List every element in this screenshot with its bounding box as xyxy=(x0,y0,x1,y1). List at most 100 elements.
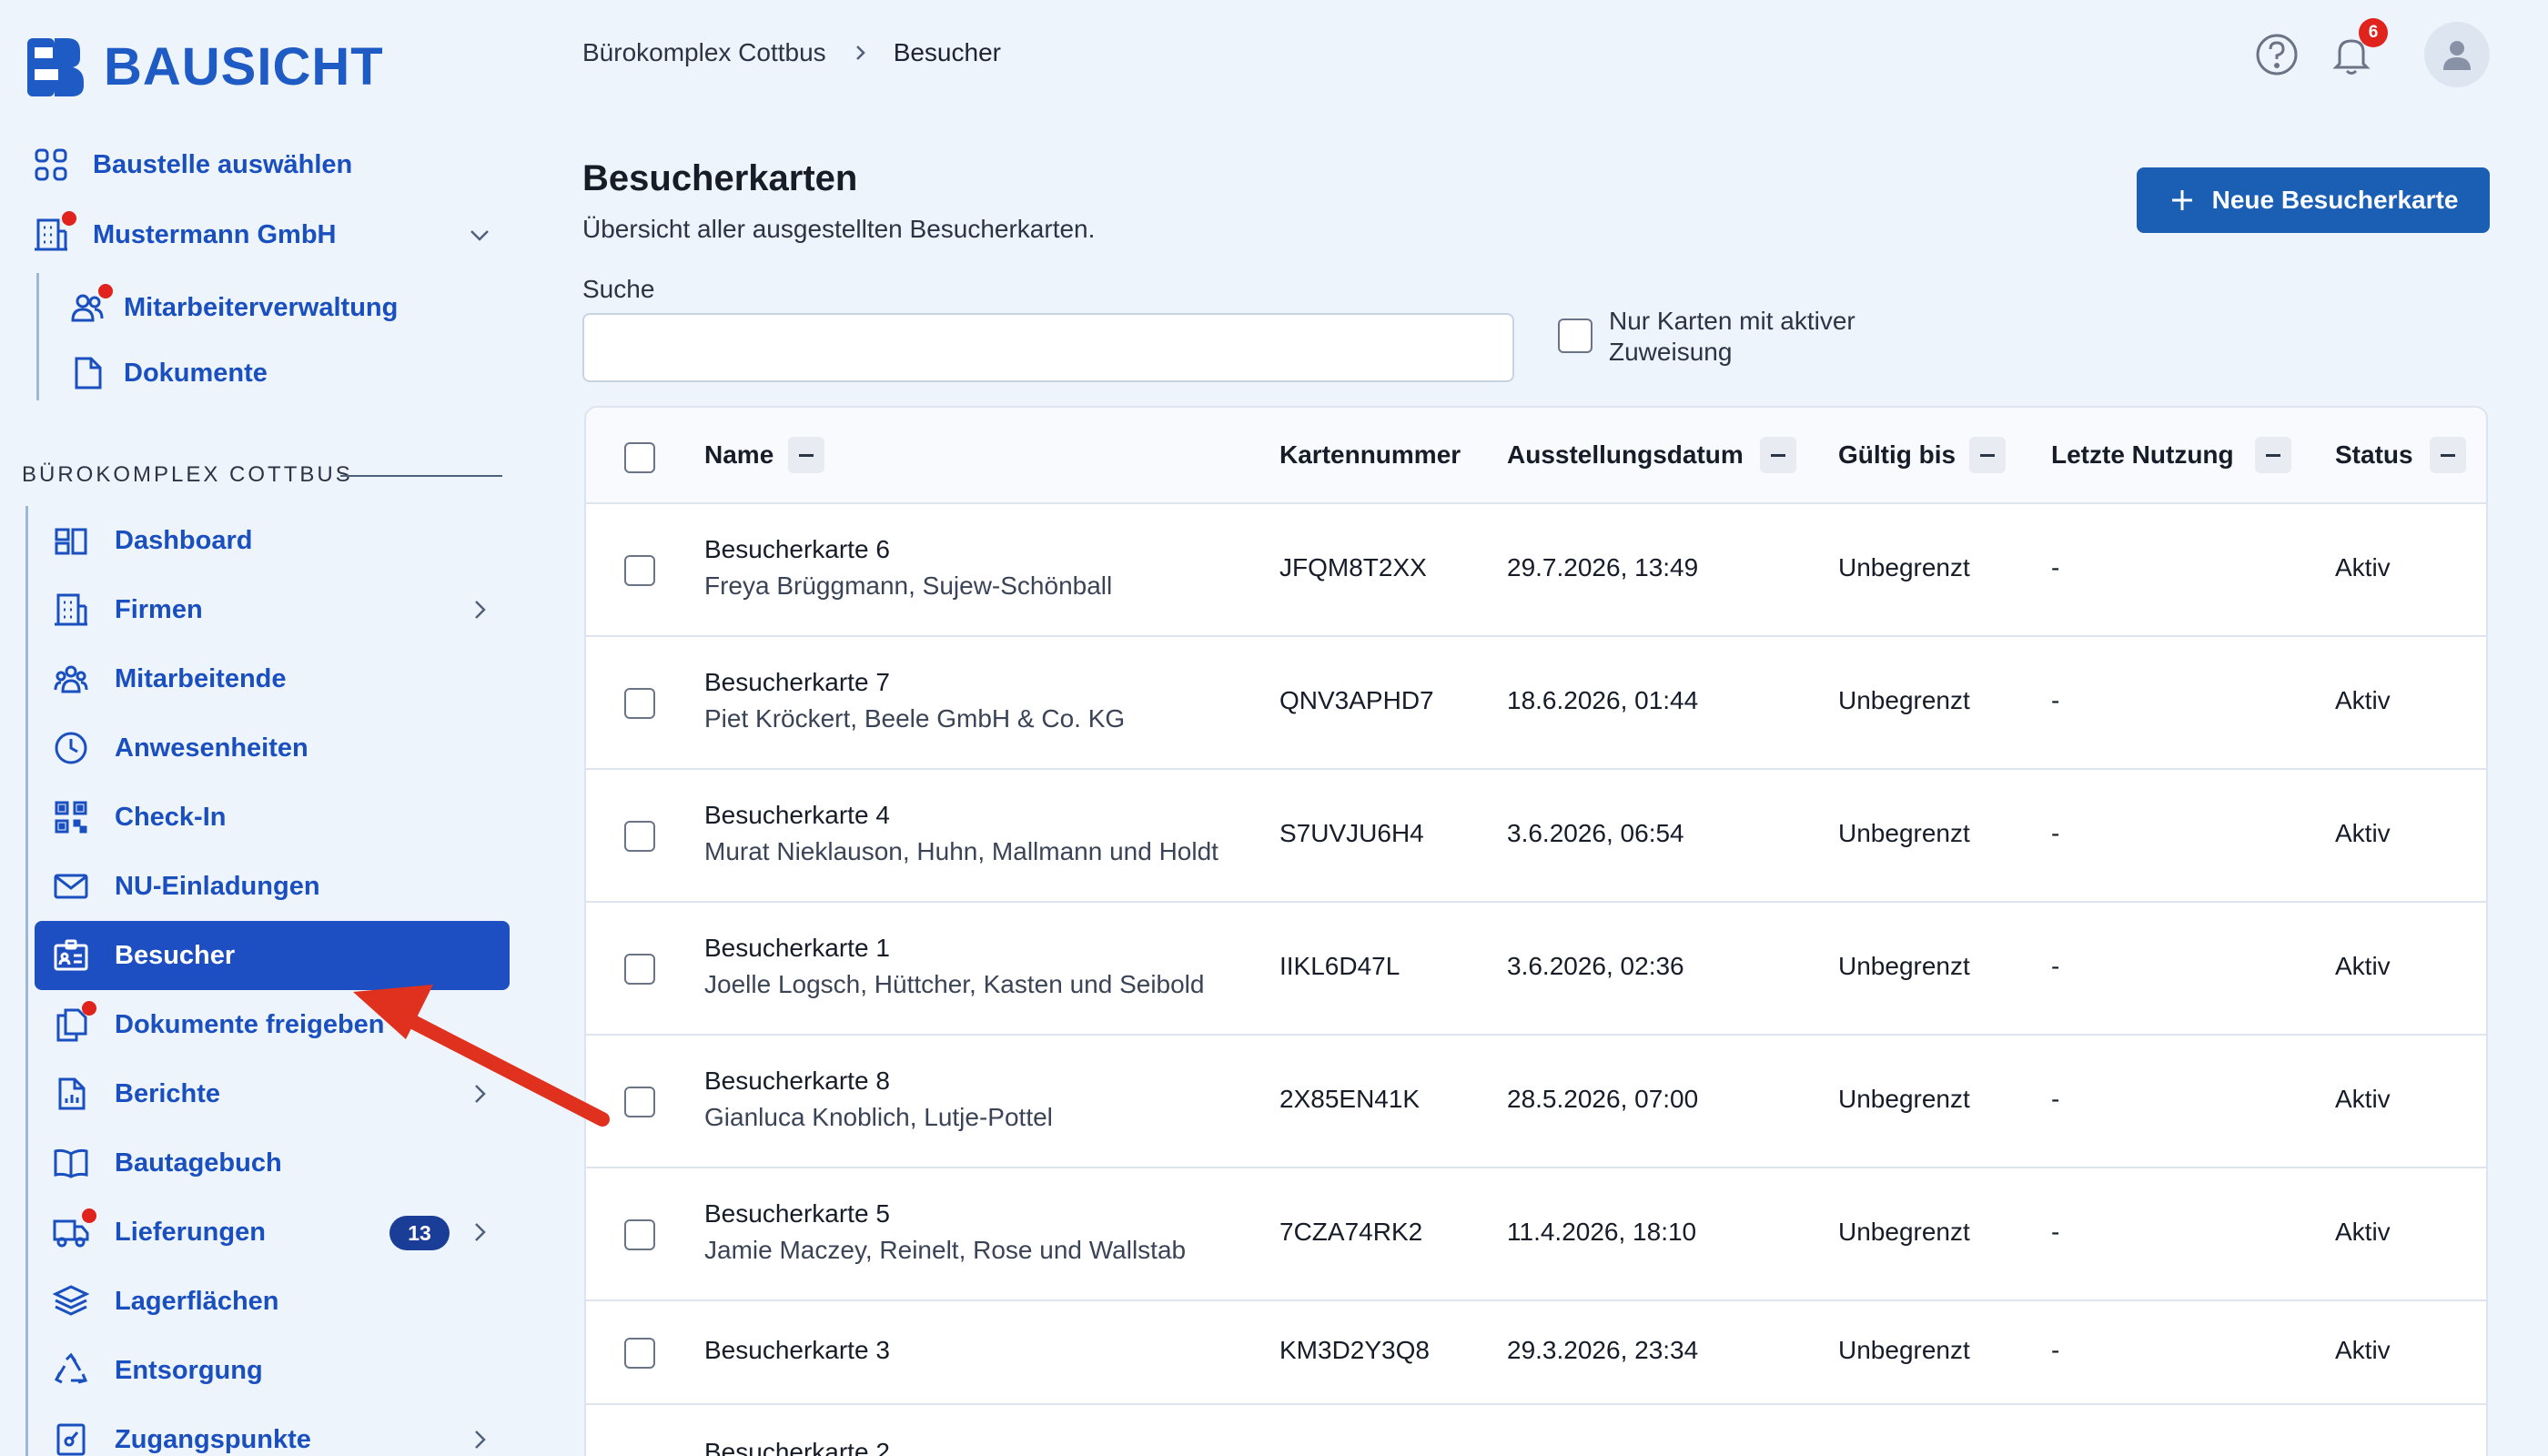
row-checkbox[interactable] xyxy=(624,1087,655,1117)
sidebar-item-bautagebuch[interactable]: Bautagebuch xyxy=(51,1143,282,1183)
card-number: 2X85EN41K xyxy=(1279,1085,1421,1113)
sidebar-item-lagerflaechen[interactable]: Lagerflächen xyxy=(51,1281,279,1321)
card-valid: Unbegrenzt xyxy=(1838,686,1970,714)
column-header-issued[interactable]: Ausstellungsdatum xyxy=(1507,440,1744,470)
sidebar-item-mustermann-gmbh[interactable]: Mustermann GmbH xyxy=(31,211,337,255)
row-checkbox[interactable] xyxy=(624,954,655,985)
card-valid: Unbegrenzt xyxy=(1838,1218,1970,1246)
new-visitor-card-button[interactable]: Neue Besucherkarte xyxy=(2137,167,2490,233)
sidebar-item-anwesenheiten[interactable]: Anwesenheiten xyxy=(51,728,308,768)
sidebar-item-baustelle-auswaehlen[interactable]: Baustelle auswählen xyxy=(31,145,352,185)
card-issued: 29.3.2026, 23:34 xyxy=(1507,1336,1699,1364)
sidebar-item-dashboard[interactable]: Dashboard xyxy=(51,521,252,561)
search-input[interactable] xyxy=(582,313,1514,382)
card-issued: 11.4.2026, 18:10 xyxy=(1507,1218,1697,1246)
card-valid: Unbegrenzt xyxy=(1838,819,1970,847)
table-row[interactable]: Besucherkarte 5 Jamie Maczey, Reinelt, R… xyxy=(586,1168,2486,1301)
count-badge: 13 xyxy=(389,1216,450,1250)
sidebar-item-mitarbeiterverwaltung[interactable]: Mitarbeiterverwaltung xyxy=(67,284,399,328)
logo-icon xyxy=(27,37,84,96)
brand-name: BAUSICHT xyxy=(104,37,384,96)
chevron-down-icon[interactable] xyxy=(466,221,493,248)
chevron-right-icon[interactable] xyxy=(466,1080,493,1107)
row-checkbox[interactable] xyxy=(624,555,655,586)
sidebar-item-lieferungen[interactable]: Lieferungen xyxy=(51,1208,266,1252)
table-row[interactable]: Besucherkarte 2 xyxy=(586,1405,2486,1456)
column-header-name[interactable]: Name xyxy=(704,440,774,470)
sidebar-item-check-in[interactable]: Check-In xyxy=(51,797,226,837)
tree-line xyxy=(25,506,28,1456)
section-divider xyxy=(340,475,502,477)
table-row[interactable]: Besucherkarte 1 Joelle Logsch, Hüttcher,… xyxy=(586,903,2486,1036)
sidebar-item-firmen[interactable]: Firmen xyxy=(51,590,203,630)
page-subtitle: Übersicht aller ausgestellten Besucherka… xyxy=(582,215,1096,243)
plus-icon xyxy=(2171,190,2192,210)
avatar[interactable] xyxy=(2424,22,2490,87)
sidebar-item-label: Lieferungen xyxy=(115,1217,266,1247)
card-detail: Freya Brüggmann, Sujew-Schönball xyxy=(704,571,1113,600)
table-row[interactable]: Besucherkarte 4 Murat Nieklauson, Huhn, … xyxy=(586,770,2486,903)
sidebar-item-nu-einladungen[interactable]: NU-Einladungen xyxy=(51,866,320,906)
sidebar-item-label: Besucher xyxy=(115,940,236,970)
breadcrumb-item-site[interactable]: Bürokomplex Cottbus xyxy=(582,38,826,67)
sidebar-item-entsorgung[interactable]: Entsorgung xyxy=(51,1350,263,1390)
column-header-number[interactable]: Kartennummer xyxy=(1279,440,1461,470)
sidebar-item-label: Dashboard xyxy=(115,525,253,555)
column-header-valid[interactable]: Gültig bis xyxy=(1838,440,1956,470)
column-header-last-used[interactable]: Letzte Nutzung xyxy=(2051,440,2234,470)
column-toggle-button[interactable] xyxy=(2430,437,2466,473)
sidebar-item-besucher[interactable]: Besucher xyxy=(51,935,235,976)
card-last-used: - xyxy=(2051,1336,2060,1364)
card-last-used: - xyxy=(2051,952,2060,980)
chevron-right-icon[interactable] xyxy=(466,596,493,623)
table-row[interactable]: Besucherkarte 6 Freya Brüggmann, Sujew-S… xyxy=(586,504,2486,637)
sidebar-item-label: Berichte xyxy=(115,1078,221,1108)
building-icon xyxy=(31,211,76,255)
column-toggle-button[interactable] xyxy=(2255,437,2291,473)
card-issued: 3.6.2026, 02:36 xyxy=(1507,952,1684,980)
truck-icon xyxy=(51,1208,96,1252)
row-checkbox[interactable] xyxy=(624,1338,655,1369)
sidebar-item-label: Dokumente xyxy=(124,358,268,388)
column-toggle-button[interactable] xyxy=(788,437,824,473)
column-header-status[interactable]: Status xyxy=(2335,440,2413,470)
page-title: Besucherkarten xyxy=(582,158,858,198)
sidebar-item-berichte[interactable]: Berichte xyxy=(51,1074,220,1114)
table-row[interactable]: Besucherkarte 3 KM3D2Y3Q8 29.3.2026, 23:… xyxy=(586,1301,2486,1405)
row-checkbox[interactable] xyxy=(624,688,655,719)
sidebar-item-dokumente[interactable]: Dokumente xyxy=(67,353,268,393)
table-row[interactable]: Besucherkarte 8 Gianluca Knoblich, Lutje… xyxy=(586,1036,2486,1168)
column-toggle-button[interactable] xyxy=(1969,437,2006,473)
active-assignment-checkbox[interactable] xyxy=(1558,318,1592,353)
sidebar-item-zugangspunkte[interactable]: Zugangspunkte xyxy=(51,1420,311,1456)
card-status: Aktiv xyxy=(2335,819,2391,847)
card-number: S7UVJU6H4 xyxy=(1279,819,1424,847)
users-icon xyxy=(67,284,113,328)
row-checkbox[interactable] xyxy=(624,1219,655,1250)
chevron-right-icon[interactable] xyxy=(466,1218,493,1246)
card-detail: Piet Kröckert, Beele GmbH & Co. KG xyxy=(704,704,1126,733)
help-icon[interactable] xyxy=(2253,31,2300,78)
card-issued: 3.6.2026, 06:54 xyxy=(1507,819,1684,847)
sidebar: BAUSICHT Baustelle auswählen Mustermann … xyxy=(0,0,528,1456)
brand-logo[interactable]: BAUSICHT xyxy=(27,36,384,97)
sidebar-item-label: Mitarbeiterverwaltung xyxy=(124,292,399,322)
building-icon xyxy=(51,590,91,630)
sidebar-item-label: Anwesenheiten xyxy=(115,733,308,763)
search-label: Suche xyxy=(582,275,655,303)
column-toggle-button[interactable] xyxy=(1760,437,1796,473)
breadcrumb: Bürokomplex Cottbus Besucher xyxy=(582,38,1001,67)
table-row[interactable]: Besucherkarte 7 Piet Kröckert, Beele Gmb… xyxy=(586,637,2486,770)
sidebar-item-dokumente-freigeben[interactable]: Dokumente freigeben xyxy=(51,1001,385,1045)
notification-count-badge: 6 xyxy=(2359,18,2388,47)
layers-icon xyxy=(51,1281,91,1321)
select-all-checkbox[interactable] xyxy=(624,442,655,473)
sidebar-item-label: Mustermann GmbH xyxy=(93,219,337,249)
row-checkbox[interactable] xyxy=(624,821,655,852)
card-status: Aktiv xyxy=(2335,1336,2391,1364)
dashboard-icon xyxy=(51,521,91,561)
sidebar-item-mitarbeitende[interactable]: Mitarbeitende xyxy=(51,659,287,699)
card-name: Besucherkarte 6 xyxy=(704,535,890,563)
team-icon xyxy=(51,659,91,699)
chevron-right-icon[interactable] xyxy=(466,1426,493,1453)
